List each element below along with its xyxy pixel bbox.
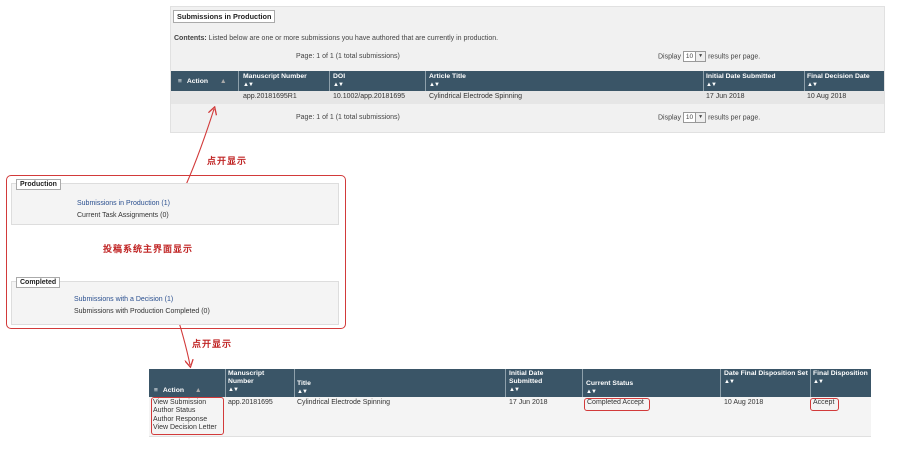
col-final-disposition[interactable]: Final Disposition ▲▼ <box>813 370 869 386</box>
sort-up-icon[interactable]: ▲ <box>195 387 202 394</box>
col-title[interactable]: Title ▲▼ <box>297 380 311 396</box>
col-manuscript-number[interactable]: Manuscript Number ▲▼ <box>228 370 288 394</box>
menu-item-submissions-in-production[interactable]: Submissions in Production (1) <box>77 200 170 207</box>
annotation-click-show-bottom: 点开显示 <box>192 340 233 350</box>
col-label: Date Final Disposition Set <box>724 370 808 377</box>
annotation-click-show-top: 点开显示 <box>207 157 248 167</box>
decision-table-header: ≡ Action ▲ Manuscript Number ▲▼ Title ▲▼ I… <box>149 369 871 397</box>
cell-title: Cylindrical Electrode Spinning <box>297 399 390 406</box>
sort-icon[interactable]: ▲▼ <box>509 386 569 394</box>
sort-icon[interactable]: ▲▼ <box>297 388 311 396</box>
sort-icon[interactable]: ▲▼ <box>724 378 812 386</box>
action-links-highlight <box>151 397 224 435</box>
cell-initial-date: 17 Jun 2018 <box>509 399 548 406</box>
action-column-header[interactable]: ≡ Action ▲ <box>154 387 202 395</box>
current-status-highlight <box>584 398 650 411</box>
col-label: Initial Date Submitted <box>509 370 544 385</box>
completed-section: Completed Submissions with a Decision (1… <box>11 277 339 325</box>
col-label: Final Disposition <box>813 370 868 377</box>
submissions-in-production-link[interactable]: Submissions in Production (1) <box>77 200 170 207</box>
main-menu-highlight-frame: Production Submissions in Production (1)… <box>6 175 346 329</box>
production-title: Production <box>16 179 61 190</box>
col-date-final-disposition[interactable]: Date Final Disposition Set ▲▼ <box>724 370 812 386</box>
completed-title: Completed <box>16 277 61 288</box>
col-initial-date[interactable]: Initial Date Submitted ▲▼ <box>509 370 569 394</box>
menu-icon: ≡ <box>154 387 158 394</box>
col-label: Title <box>297 380 311 387</box>
final-disposition-highlight <box>810 398 839 411</box>
action-header-label: Action <box>162 387 185 394</box>
col-label: Manuscript Number <box>228 370 265 385</box>
sort-icon[interactable]: ▲▼ <box>813 378 869 386</box>
sort-icon[interactable]: ▲▼ <box>228 386 288 394</box>
decision-table-row: View Submission Author Status Author Res… <box>149 397 871 437</box>
cell-manuscript-number: app.20181695 <box>228 399 273 406</box>
menu-item-current-task-assignments: Current Task Assignments (0) <box>77 212 169 219</box>
production-section: Production Submissions in Production (1)… <box>11 179 339 225</box>
annotation-main-ui: 投稿系统主界面显示 <box>103 245 194 255</box>
col-label: Current Status <box>586 380 634 387</box>
sort-icon[interactable]: ▲▼ <box>586 388 633 396</box>
submissions-with-decision-link[interactable]: Submissions with a Decision (1) <box>74 296 173 303</box>
menu-item-submissions-with-decision[interactable]: Submissions with a Decision (1) <box>74 296 173 303</box>
cell-date-final-disposition: 10 Aug 2018 <box>724 399 764 406</box>
col-current-status[interactable]: Current Status ▲▼ <box>586 380 633 396</box>
menu-item-production-completed: Submissions with Production Completed (0… <box>74 308 210 315</box>
